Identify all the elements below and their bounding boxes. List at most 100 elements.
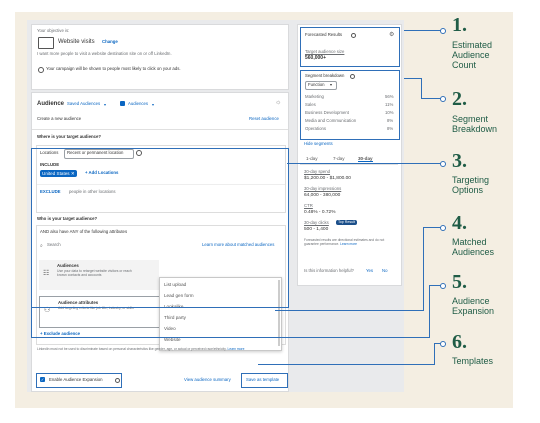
top-result-badge: Top Result <box>336 220 357 225</box>
connector-line-6-vertical <box>434 343 435 365</box>
targeting-options-highlight <box>31 148 289 308</box>
connector-line-1-horizontal <box>404 30 442 31</box>
objective-info: Your campaign will be shown to people mo… <box>46 66 181 71</box>
clicks-label: 30-day clicks <box>304 220 329 225</box>
audience-expansion-box: ✓ Enable Audience Expansion <box>36 373 122 388</box>
annotation-number-1: 1. <box>452 14 467 36</box>
chevron-down-icon: ▾ <box>330 82 333 87</box>
connector-line-4-vertical <box>423 227 424 311</box>
spend-label: 30-day spend <box>304 169 331 174</box>
ctr-value: 0.48% - 0.72% <box>304 210 336 215</box>
change-objective-link[interactable]: Change <box>102 39 118 45</box>
segment-row-pct: 56% <box>385 94 394 99</box>
annotation-number-3: 3. <box>452 150 467 172</box>
helpful-question: Is this information helpful? <box>304 268 354 273</box>
connector-dot-2 <box>440 96 446 102</box>
save-template-label: Save as template <box>246 377 280 382</box>
segment-select[interactable]: Function ▾ <box>305 81 337 90</box>
help-icon[interactable] <box>351 33 356 38</box>
ctr-label: CTR <box>304 203 313 208</box>
segment-row-pct: 10% <box>385 110 394 115</box>
objective-value: Website visits <box>58 39 95 45</box>
connector-line-2-vertical <box>421 78 422 98</box>
audience-size-value: 560,000+ <box>305 55 326 61</box>
annotation-label-6: Templates <box>452 356 494 366</box>
expansion-checkbox[interactable]: ✓ <box>40 377 45 382</box>
annotation-label-5: Audience Expansion <box>452 296 495 316</box>
website-icon <box>38 37 54 49</box>
segment-row-name: Operations <box>305 126 327 131</box>
connector-dot-1 <box>440 28 446 34</box>
connector-line-5-vertical <box>429 285 430 338</box>
lightbulb-icon[interactable]: ☼ <box>275 99 281 106</box>
helpful-yes-button[interactable]: Yes <box>366 268 373 274</box>
tab-30-day[interactable]: 30-day <box>358 156 373 162</box>
info-icon <box>38 67 44 73</box>
connector-dot-3 <box>440 161 446 167</box>
segment-select-value: Function <box>308 82 325 87</box>
connector-line-3-horizontal <box>287 163 442 164</box>
impressions-value: 64,000 - 380,000 <box>304 193 341 198</box>
connector-line-2-horizontal <box>404 78 422 79</box>
audience-title: Audience <box>37 101 65 107</box>
segment-row-pct: 8% <box>387 126 394 131</box>
segment-row-name: Marketing <box>305 94 324 99</box>
dropdown-item-video[interactable]: Video <box>164 326 176 331</box>
divider <box>300 164 398 165</box>
view-audience-summary-link[interactable]: View audience summary <box>184 377 231 383</box>
hide-segments-link[interactable]: Hide segments <box>304 141 333 147</box>
connector-line-4-horizontal <box>275 310 424 311</box>
helpful-no-button[interactable]: No <box>382 268 388 274</box>
chevron-down-icon: ▾ <box>152 102 155 107</box>
objective-description: I want more people to visit a website de… <box>37 51 172 56</box>
tab-7-day[interactable]: 7-day <box>333 156 345 161</box>
saved-audiences-dropdown[interactable]: Saved Audiences <box>67 101 100 107</box>
annotation-label-2: Segment Breakdown <box>452 114 498 134</box>
connector-dot-6 <box>440 341 446 347</box>
annotation-number-6: 6. <box>452 331 467 353</box>
gear-icon[interactable]: ⚙ <box>389 31 394 38</box>
segment-row-name: Sales <box>305 102 316 107</box>
forecast-title: Forecasted Results <box>305 32 343 37</box>
tab-1-day[interactable]: 1-day <box>306 156 318 161</box>
annotation-number-5: 5. <box>452 271 467 293</box>
location-question: Where is your target audience? <box>37 134 101 139</box>
linkedin-icon <box>120 101 125 106</box>
objective-label: Your objective is: <box>37 28 70 33</box>
discrimination-footer: LinkedIn must not be used to discriminat… <box>37 347 277 352</box>
footer-text: LinkedIn must not be used to discriminat… <box>37 347 227 351</box>
connector-line-6-horizontal <box>258 364 435 365</box>
segment-title: Segment breakdown <box>305 73 345 78</box>
segment-row-name: Business Development <box>305 110 349 115</box>
forecast-panel: Forecasted Results ⚙ Target audience siz… <box>297 24 402 286</box>
help-icon[interactable] <box>115 378 120 383</box>
annotation-number-2: 2. <box>452 88 467 110</box>
annotation-label-1: Estimated Audience Count <box>452 40 493 70</box>
impressions-label: 30-day impressions <box>304 186 342 191</box>
forecast-learn-more-link[interactable]: Learn more <box>340 242 357 246</box>
annotation-label-3: Targeting Options <box>452 175 490 195</box>
segment-row-pct: 11% <box>385 102 394 107</box>
footer-learn-more-link[interactable]: Learn more <box>228 347 245 351</box>
segment-row-pct: 8% <box>387 118 394 123</box>
help-icon[interactable] <box>350 74 355 79</box>
forecast-header-box: Forecasted Results ⚙ Target audience siz… <box>300 27 400 67</box>
connector-dot-5 <box>440 283 446 289</box>
create-audience-label: Create a new audience <box>37 116 82 121</box>
save-template-button[interactable]: Save as template <box>241 373 288 388</box>
divider <box>32 129 288 130</box>
segment-breakdown-box: Segment breakdown Function ▾ Marketing 5… <box>300 70 400 140</box>
dropdown-item-third-party[interactable]: Third party <box>164 315 186 320</box>
connector-line-5-horizontal <box>31 337 430 338</box>
connector-line-5-vertical <box>31 306 32 338</box>
connector-dot-4 <box>440 225 446 231</box>
segment-row-name: Media and Communication <box>305 118 357 123</box>
reset-audience-link[interactable]: Reset audience <box>249 116 279 122</box>
connector-line-2-horizontal <box>421 98 442 99</box>
linkedin-audiences-dropdown[interactable]: Audiences <box>128 101 148 107</box>
forecast-note: Forecasted results are directional estim… <box>304 238 396 247</box>
annotation-label-4: Matched Audiences <box>452 237 495 257</box>
clicks-value: 500 - 1,400 <box>304 227 329 232</box>
spend-value: $1,200.00 - $1,800.00 <box>304 176 351 181</box>
annotation-number-4: 4. <box>452 212 467 234</box>
